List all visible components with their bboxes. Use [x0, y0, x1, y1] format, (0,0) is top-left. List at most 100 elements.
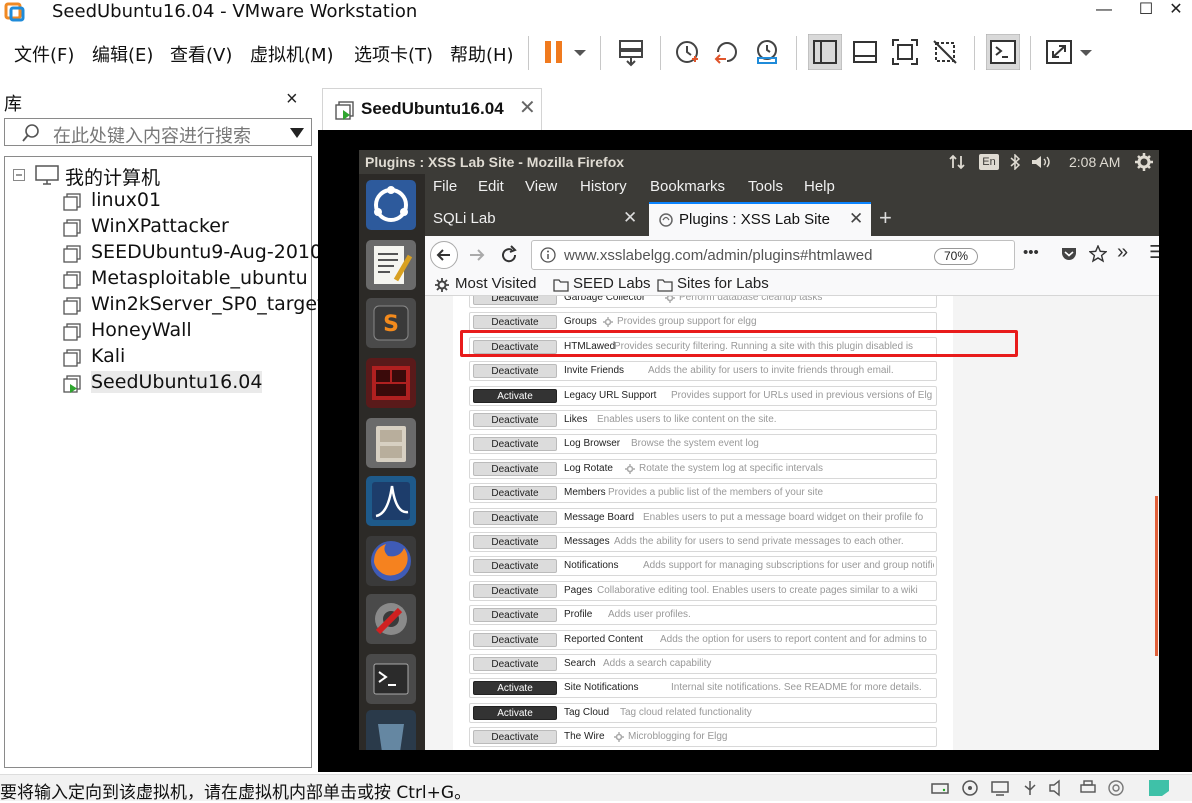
plugin-deactivate-button[interactable]: Deactivate: [473, 461, 557, 476]
back-icon[interactable]: [429, 240, 459, 270]
snapshot-icon[interactable]: [672, 37, 702, 67]
info-icon[interactable]: [540, 247, 556, 263]
plugin-name[interactable]: Pages: [564, 585, 592, 596]
ff-menu-view[interactable]: View: [525, 178, 557, 195]
plugin-name[interactable]: Notifications: [564, 560, 618, 571]
terminal-icon[interactable]: [366, 654, 416, 704]
pause-icon[interactable]: [540, 37, 570, 67]
display-icon[interactable]: [1106, 779, 1126, 797]
volume-icon[interactable]: [1031, 154, 1053, 170]
bookmark-most-visited[interactable]: Most Visited: [455, 275, 536, 292]
plugin-deactivate-button[interactable]: Deactivate: [473, 364, 557, 379]
page-actions-button[interactable]: •••: [1023, 244, 1039, 261]
plugin-name[interactable]: Legacy URL Support: [564, 390, 656, 401]
vm-tab[interactable]: SeedUbuntu16.04 ✕: [322, 88, 542, 130]
menu-edit[interactable]: 编辑(E): [92, 41, 153, 67]
plugin-deactivate-button[interactable]: Deactivate: [473, 296, 557, 305]
plugin-deactivate-button[interactable]: Deactivate: [473, 632, 557, 647]
vm-tab-close-button[interactable]: ✕: [519, 95, 536, 120]
plugin-deactivate-button[interactable]: Deactivate: [473, 559, 557, 574]
plugin-name[interactable]: Messages: [564, 536, 610, 547]
bookmark-star-icon[interactable]: [1089, 245, 1107, 263]
gear-icon[interactable]: [1135, 153, 1153, 171]
plugin-name[interactable]: The Wire: [564, 731, 605, 742]
tab-close-button[interactable]: ✕: [623, 208, 637, 228]
tab-close-button[interactable]: ✕: [849, 209, 863, 229]
send-ctrl-alt-del-icon[interactable]: [616, 37, 646, 67]
network-icon[interactable]: [949, 154, 965, 170]
ff-menu-bookmarks[interactable]: Bookmarks: [650, 178, 725, 195]
menu-tabs[interactable]: 选项卡(T): [354, 41, 433, 67]
plugin-deactivate-button[interactable]: Deactivate: [473, 608, 557, 623]
menu-file[interactable]: 文件(F): [14, 41, 74, 67]
scrollbar[interactable]: [1155, 496, 1158, 656]
tab-plugins-xss-lab[interactable]: Plugins : XSS Lab Site ✕: [649, 202, 871, 236]
ff-menu-help[interactable]: Help: [804, 178, 835, 195]
collapse-icon[interactable]: [13, 169, 25, 181]
hamburger-menu-button[interactable]: ☰: [1149, 242, 1159, 263]
plugin-name[interactable]: Profile: [564, 609, 592, 620]
wireshark-icon[interactable]: [366, 476, 416, 526]
ff-menu-file[interactable]: File: [433, 178, 457, 195]
ubuntu-dash-icon[interactable]: [366, 180, 416, 230]
tab-sqli-lab[interactable]: SQLi Lab ✕: [425, 202, 647, 236]
menu-help[interactable]: 帮助(H): [450, 41, 514, 67]
text-editor-icon[interactable]: [366, 240, 416, 290]
plugin-name[interactable]: Message Board: [564, 512, 634, 523]
sound-icon[interactable]: [1048, 779, 1068, 797]
revert-snapshot-icon[interactable]: [712, 37, 742, 67]
plugin-deactivate-button[interactable]: Deactivate: [473, 535, 557, 549]
plugin-activate-button[interactable]: Activate: [473, 705, 557, 720]
gear-icon[interactable]: [603, 317, 613, 328]
gear-icon[interactable]: [665, 296, 675, 303]
clock[interactable]: 2:08 AM: [1069, 154, 1120, 170]
printer-icon[interactable]: [1078, 779, 1098, 797]
bookmark-sites-for-labs[interactable]: Sites for Labs: [677, 275, 769, 292]
plugin-name[interactable]: Likes: [564, 414, 587, 425]
show-library-icon[interactable]: [808, 34, 842, 70]
sublime-text-icon[interactable]: S: [366, 298, 416, 348]
overflow-button[interactable]: »: [1117, 241, 1128, 264]
plugin-name[interactable]: Members: [564, 487, 606, 498]
plugin-name[interactable]: Site Notifications: [564, 682, 638, 693]
plugin-deactivate-button[interactable]: Deactivate: [473, 657, 557, 671]
plugin-deactivate-button[interactable]: Deactivate: [473, 486, 557, 501]
bluetooth-icon[interactable]: [1009, 154, 1021, 170]
plugin-name[interactable]: Garbage Collector: [564, 296, 645, 303]
plugin-name[interactable]: Log Browser: [564, 438, 620, 449]
plugin-deactivate-button[interactable]: Deactivate: [473, 730, 557, 745]
plugin-name[interactable]: Groups: [564, 316, 597, 327]
unity-icon[interactable]: [930, 37, 960, 67]
stretch-guest-icon[interactable]: [1044, 37, 1074, 67]
full-screen-icon[interactable]: [890, 37, 920, 67]
bookmark-seed-labs[interactable]: SEED Labs: [573, 275, 651, 292]
gear-icon[interactable]: [614, 732, 624, 743]
console-view-icon[interactable]: [986, 34, 1020, 70]
minimize-button[interactable]: —: [1086, 0, 1122, 22]
gear-icon[interactable]: [625, 463, 635, 474]
plugin-deactivate-button[interactable]: Deactivate: [473, 510, 557, 525]
chevron-down-icon[interactable]: [1076, 37, 1096, 67]
plugin-activate-button[interactable]: Activate: [473, 681, 557, 696]
forward-icon[interactable]: [467, 245, 487, 265]
plugin-deactivate-button[interactable]: Deactivate: [473, 413, 557, 427]
plugin-name[interactable]: Tag Cloud: [564, 707, 609, 718]
pocket-icon[interactable]: [1061, 246, 1077, 262]
trash-icon[interactable]: [366, 710, 416, 750]
menu-vm[interactable]: 虚拟机(M): [250, 41, 334, 67]
url-bar[interactable]: www.xsslabelgg.com/admin/plugins#htmlawe…: [531, 240, 1015, 270]
chevron-down-icon[interactable]: [570, 37, 590, 67]
ubuntu-desktop[interactable]: Plugins : XSS Lab Site - Mozilla Firefox…: [359, 150, 1159, 750]
plugin-name[interactable]: Log Rotate: [564, 463, 613, 474]
plugin-deactivate-button[interactable]: Deactivate: [473, 437, 557, 452]
dropdown-arrow-icon[interactable]: [289, 127, 305, 139]
terminator-icon[interactable]: [366, 358, 416, 408]
reload-icon[interactable]: [499, 245, 519, 265]
zoom-indicator[interactable]: 70%: [934, 248, 978, 265]
menu-view[interactable]: 查看(V): [170, 41, 232, 67]
library-search-input[interactable]: 在此处键入内容进行搜索: [4, 118, 312, 147]
new-tab-button[interactable]: +: [879, 205, 892, 231]
hard-disk-icon[interactable]: [930, 779, 950, 797]
system-settings-icon[interactable]: [366, 594, 416, 644]
plugin-deactivate-button[interactable]: Deactivate: [473, 315, 557, 330]
